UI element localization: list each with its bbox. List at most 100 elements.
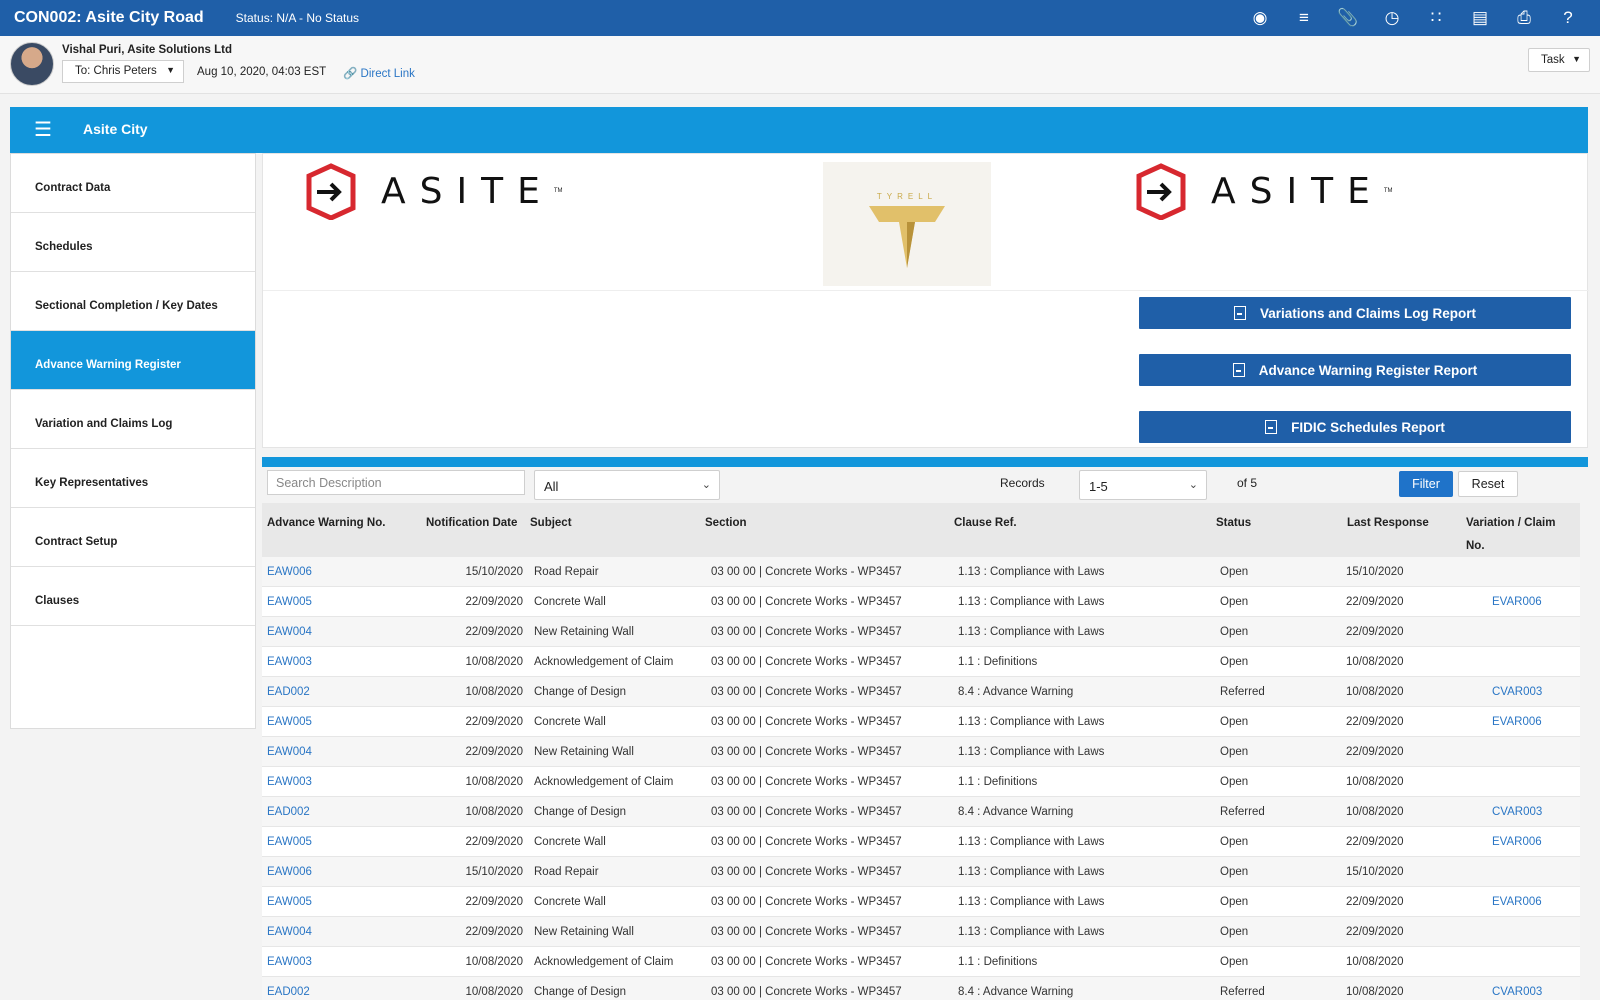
- attachment-icon[interactable]: 📎: [1326, 0, 1370, 36]
- table-row[interactable]: EAW005 22/09/2020 Concrete Wall 03 00 00…: [262, 887, 1580, 917]
- sent-date: Aug 10, 2020, 04:03 EST: [197, 66, 327, 78]
- sidebar-item-variation-claims-log[interactable]: Variation and Claims Log: [11, 390, 255, 449]
- asite-cube-icon: [306, 163, 356, 220]
- variation-claim-link[interactable]: CVAR003: [1492, 986, 1542, 998]
- warning-number-link[interactable]: EAW006: [267, 566, 312, 578]
- workflow-icon[interactable]: ∷: [1414, 0, 1458, 36]
- task-dropdown[interactable]: Task ▼: [1528, 48, 1590, 72]
- warning-number-link[interactable]: EAW003: [267, 776, 312, 788]
- table-row[interactable]: EAW006 15/10/2020 Road Repair 03 00 00 |…: [262, 557, 1580, 587]
- table-row[interactable]: EAW006 15/10/2020 Road Repair 03 00 00 |…: [262, 857, 1580, 887]
- records-select[interactable]: 1-5 ⌄: [1079, 470, 1207, 500]
- last-response: 22/09/2020: [1346, 716, 1404, 728]
- notification-date: 22/09/2020: [465, 746, 523, 758]
- column-header[interactable]: Notification Date: [426, 512, 517, 535]
- column-header[interactable]: Last Response: [1347, 512, 1429, 535]
- history-icon[interactable]: ◷: [1370, 0, 1414, 36]
- table-row[interactable]: EAW004 22/09/2020 New Retaining Wall 03 …: [262, 617, 1580, 647]
- asite-logo-left: ASITE TM: [301, 162, 563, 220]
- warning-number-link[interactable]: EAW004: [267, 746, 312, 758]
- warning-number-link[interactable]: EAD002: [267, 686, 310, 698]
- warning-number-link[interactable]: EAW005: [267, 836, 312, 848]
- section: 03 00 00 | Concrete Works - WP3457: [711, 866, 902, 878]
- subject: New Retaining Wall: [534, 746, 634, 758]
- warning-number-link[interactable]: EAW004: [267, 926, 312, 938]
- message-info-row: Vishal Puri, Asite Solutions Ltd To: Chr…: [0, 36, 1600, 94]
- table-row[interactable]: EAD002 10/08/2020 Change of Design 03 00…: [262, 677, 1580, 707]
- help-icon[interactable]: ?: [1546, 0, 1590, 36]
- column-header-line: Variation / Claim: [1466, 517, 1556, 529]
- column-header[interactable]: Status: [1216, 512, 1251, 535]
- sidebar-item-contract-data[interactable]: Contract Data: [11, 154, 255, 213]
- variation-claim-link[interactable]: CVAR003: [1492, 806, 1542, 818]
- sidebar-item-sectional-completion[interactable]: Sectional Completion / Key Dates: [11, 272, 255, 331]
- reset-button[interactable]: Reset: [1458, 471, 1518, 497]
- variation-claim-link[interactable]: CVAR003: [1492, 686, 1542, 698]
- record-icon[interactable]: ◉: [1238, 0, 1282, 36]
- table-row[interactable]: EAW004 22/09/2020 New Retaining Wall 03 …: [262, 917, 1580, 947]
- sidebar-item-schedules[interactable]: Schedules: [11, 213, 255, 272]
- warning-number-link[interactable]: EAD002: [267, 806, 310, 818]
- subject: Change of Design: [534, 806, 627, 818]
- section: 03 00 00 | Concrete Works - WP3457: [711, 716, 902, 728]
- section: 03 00 00 | Concrete Works - WP3457: [711, 626, 902, 638]
- direct-link[interactable]: 🔗 Direct Link: [343, 66, 415, 80]
- table-row[interactable]: EAW005 22/09/2020 Concrete Wall 03 00 00…: [262, 707, 1580, 737]
- column-header[interactable]: Variation / Claim No.: [1466, 512, 1555, 558]
- warning-number-link[interactable]: EAW005: [267, 716, 312, 728]
- clause-ref: 1.13 : Compliance with Laws: [958, 566, 1105, 578]
- warning-number-link[interactable]: EAW004: [267, 626, 312, 638]
- section: 03 00 00 | Concrete Works - WP3457: [711, 656, 902, 668]
- list-icon[interactable]: ≡: [1282, 0, 1326, 36]
- section: 03 00 00 | Concrete Works - WP3457: [711, 836, 902, 848]
- column-header[interactable]: Clause Ref.: [954, 512, 1017, 535]
- table-row[interactable]: EAD002 10/08/2020 Change of Design 03 00…: [262, 977, 1580, 1000]
- table-row[interactable]: EAW003 10/08/2020 Acknowledgement of Cla…: [262, 647, 1580, 677]
- asite-logo-right: ASITE TM: [1131, 162, 1393, 220]
- type-select[interactable]: All ⌄: [534, 470, 720, 500]
- table-row[interactable]: EAW003 10/08/2020 Acknowledgement of Cla…: [262, 767, 1580, 797]
- menu-icon[interactable]: ☰: [34, 120, 52, 140]
- warning-number-link[interactable]: EAW005: [267, 596, 312, 608]
- section: 03 00 00 | Concrete Works - WP3457: [711, 806, 902, 818]
- header-toolbar: ◉ ≡ 📎 ◷ ∷ ▤ ⎙ ?: [1238, 0, 1590, 36]
- sidebar-item-key-representatives[interactable]: Key Representatives: [11, 449, 255, 508]
- warning-number-link[interactable]: EAD002: [267, 986, 310, 998]
- last-response: 22/09/2020: [1346, 926, 1404, 938]
- warning-number-link[interactable]: EAW006: [267, 866, 312, 878]
- notification-date: 22/09/2020: [465, 596, 523, 608]
- table-row[interactable]: EAD002 10/08/2020 Change of Design 03 00…: [262, 797, 1580, 827]
- recipient-dropdown[interactable]: To: Chris Peters ▼: [62, 60, 184, 83]
- variations-claims-report-button[interactable]: Variations and Claims Log Report: [1139, 297, 1571, 329]
- table-row[interactable]: EAW005 22/09/2020 Concrete Wall 03 00 00…: [262, 827, 1580, 857]
- column-header[interactable]: Advance Warning No.: [267, 512, 385, 535]
- filter-button[interactable]: Filter: [1399, 471, 1453, 497]
- asite-wordmark: ASITE: [1211, 170, 1384, 212]
- last-response: 15/10/2020: [1346, 566, 1404, 578]
- fidic-schedules-report-button[interactable]: FIDIC Schedules Report: [1139, 411, 1571, 443]
- variation-claim-link[interactable]: EVAR006: [1492, 596, 1542, 608]
- warning-number-link[interactable]: EAW003: [267, 956, 312, 968]
- notification-date: 10/08/2020: [465, 986, 523, 998]
- warning-number-link[interactable]: EAW003: [267, 656, 312, 668]
- variation-claim-link[interactable]: EVAR006: [1492, 896, 1542, 908]
- print-icon[interactable]: ⎙: [1502, 0, 1546, 36]
- sidebar-item-contract-setup[interactable]: Contract Setup: [11, 508, 255, 567]
- notification-date: 22/09/2020: [465, 836, 523, 848]
- table-row[interactable]: EAW005 22/09/2020 Concrete Wall 03 00 00…: [262, 587, 1580, 617]
- document-icon[interactable]: ▤: [1458, 0, 1502, 36]
- column-header[interactable]: Section: [705, 512, 747, 535]
- notification-date: 22/09/2020: [465, 926, 523, 938]
- search-input[interactable]: [267, 470, 525, 495]
- sidebar-item-advance-warning-register[interactable]: Advance Warning Register: [11, 331, 255, 390]
- status: Referred: [1220, 686, 1265, 698]
- column-header[interactable]: Subject: [530, 512, 572, 535]
- variation-claim-link[interactable]: EVAR006: [1492, 716, 1542, 728]
- table-row[interactable]: EAW003 10/08/2020 Acknowledgement of Cla…: [262, 947, 1580, 977]
- variation-claim-link[interactable]: EVAR006: [1492, 836, 1542, 848]
- table-row[interactable]: EAW004 22/09/2020 New Retaining Wall 03 …: [262, 737, 1580, 767]
- advance-warning-report-button[interactable]: Advance Warning Register Report: [1139, 354, 1571, 386]
- last-response: 22/09/2020: [1346, 626, 1404, 638]
- warning-number-link[interactable]: EAW005: [267, 896, 312, 908]
- sidebar-item-clauses[interactable]: Clauses: [11, 567, 255, 626]
